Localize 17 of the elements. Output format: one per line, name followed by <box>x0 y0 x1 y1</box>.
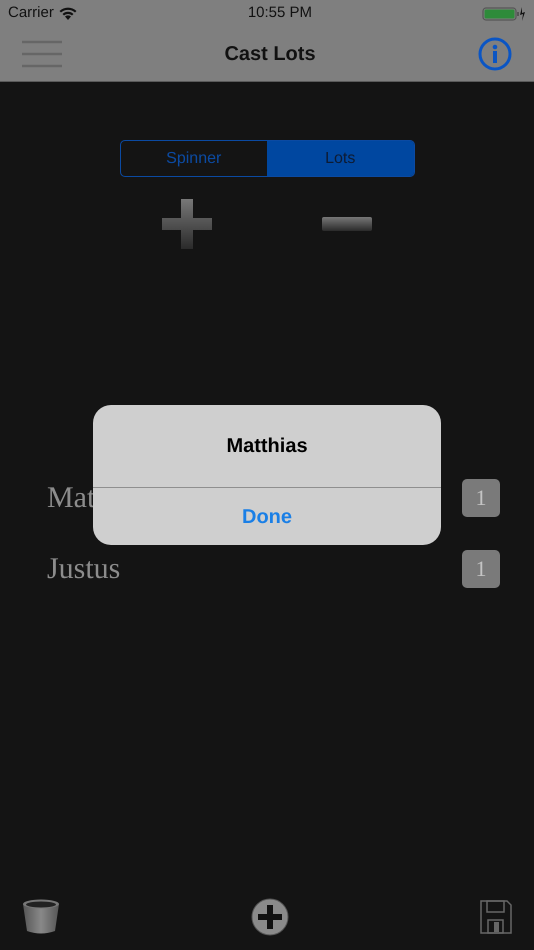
plus-icon[interactable] <box>162 199 212 249</box>
count-badge: 1 <box>462 478 500 516</box>
lot-name: Justus <box>47 551 120 587</box>
lot-name: Mat <box>47 480 96 516</box>
carrier-label: Carrier <box>8 3 54 24</box>
bucket-icon[interactable] <box>22 899 60 935</box>
clock-text: 10:55 PM <box>248 3 312 24</box>
wifi-icon <box>58 6 78 20</box>
segment-tab[interactable]: Spinner <box>120 141 267 176</box>
plus-circle-icon[interactable] <box>251 898 289 936</box>
count-badge: 1 <box>462 550 500 588</box>
battery-icon <box>482 6 526 22</box>
done-button[interactable]: Done <box>93 488 441 545</box>
save-icon[interactable] <box>480 900 512 934</box>
segment-tab[interactable]: Lots <box>267 141 414 176</box>
screen-title: Cast Lots <box>224 42 316 67</box>
alert-title: Matthias <box>93 405 441 488</box>
